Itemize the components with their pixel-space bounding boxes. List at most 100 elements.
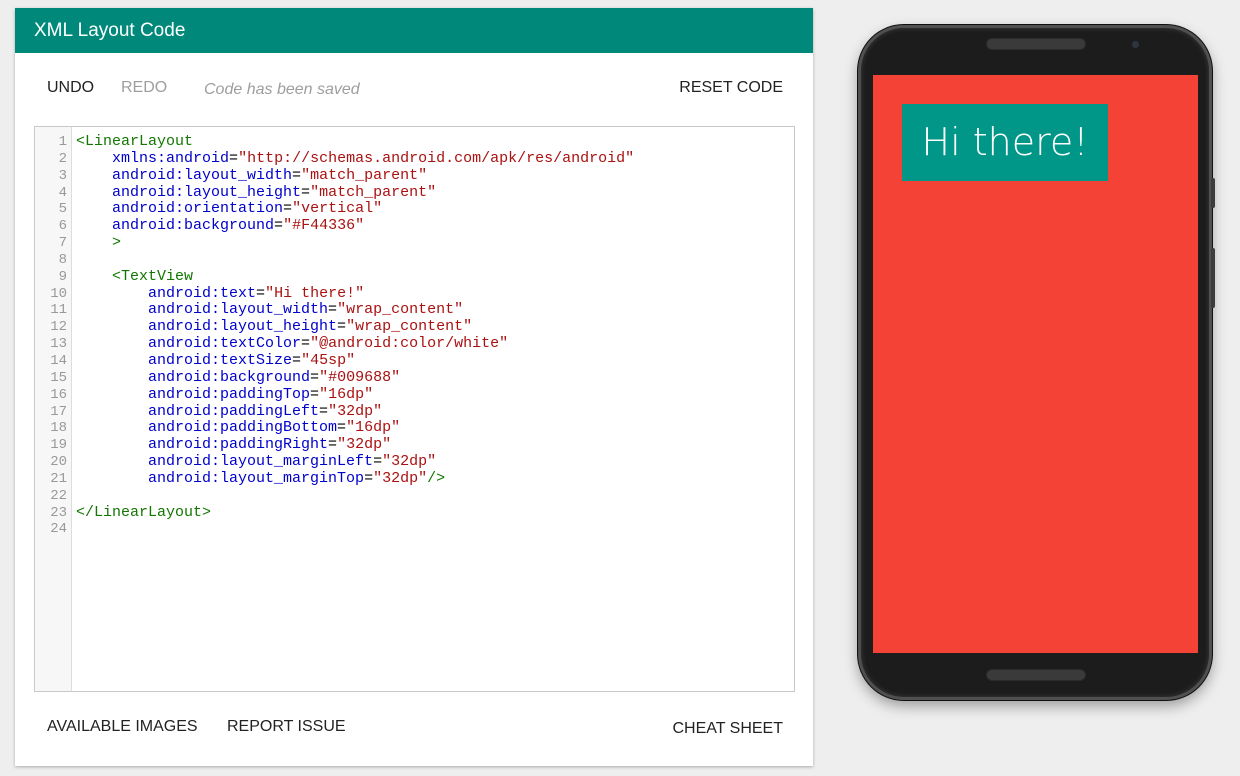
preview-textview: Hi there! — [902, 104, 1108, 181]
code-token: = — [328, 436, 338, 454]
volume-button-icon — [1211, 248, 1215, 308]
code-token: "Hi there!" — [265, 284, 365, 302]
code-line: android:paddingLeft="32dp" — [76, 402, 794, 421]
code-line: android:orientation="vertical" — [76, 200, 794, 218]
line-number: 23 — [50, 504, 67, 521]
available-images-button[interactable]: AVAILABLE IMAGES — [47, 718, 198, 736]
report-issue-button[interactable]: REPORT ISSUE — [227, 718, 346, 736]
line-number: 4 — [58, 184, 67, 201]
save-status: Code has been saved — [204, 81, 360, 98]
code-line: > — [76, 234, 794, 252]
line-number: 5 — [58, 201, 67, 218]
code-token: "45sp" — [301, 351, 356, 369]
reset-code-button[interactable]: RESET CODE — [679, 79, 783, 97]
code-token: /> — [427, 469, 446, 487]
code-token: android:background — [112, 217, 275, 235]
code-token: android:text — [148, 284, 257, 302]
code-token: android:paddingRight — [148, 436, 329, 454]
code-token: = — [274, 217, 284, 235]
camera-icon — [1132, 41, 1139, 48]
code-token: "vertical" — [292, 200, 383, 218]
code-token: "16dp" — [319, 385, 374, 403]
code-line: android:paddingRight="32dp" — [76, 436, 794, 454]
code-token: android:background — [148, 368, 311, 386]
line-number: 17 — [50, 403, 67, 420]
code-line: android:background="#F44336" — [76, 217, 794, 235]
line-number: 2 — [58, 150, 67, 167]
code-token: = — [301, 183, 311, 201]
code-token: android:paddingLeft — [148, 402, 320, 420]
code-token: "32dp" — [328, 402, 383, 420]
line-number: 22 — [50, 487, 67, 504]
line-number: 15 — [50, 369, 67, 386]
line-number-gutter: 1 2 3 4 5 6 7 8 9 10 11 12 13 14 15 16 17 18 19 20 21 22 23 24 — [35, 127, 72, 691]
code-token: = — [337, 318, 347, 336]
code-line: android:paddingTop="16dp" — [76, 385, 794, 404]
top-speaker-icon — [986, 38, 1086, 50]
code-token: "@android:color/white" — [310, 335, 509, 353]
undo-button[interactable]: UNDO — [47, 79, 94, 97]
code-token: android:layout_marginLeft — [148, 453, 374, 471]
line-number: 10 — [50, 285, 67, 302]
line-number: 1 — [58, 134, 67, 150]
line-number: 20 — [50, 454, 67, 471]
code-line: xmlns:android="http://schemas.android.co… — [76, 149, 794, 168]
toolbar: UNDO REDO Code has been saved RESET CODE — [15, 53, 813, 127]
page-title: XML Layout Code — [34, 20, 186, 41]
line-number: 19 — [50, 437, 67, 454]
code-token: = — [292, 351, 302, 369]
code-token: "32dp" — [373, 469, 428, 487]
line-number: 9 — [58, 268, 67, 285]
line-number: 24 — [50, 521, 67, 538]
code-token: = — [229, 149, 239, 167]
code-token: "match_parent" — [301, 166, 428, 184]
code-token: "match_parent" — [310, 183, 437, 201]
code-token: "http://schemas.android.com/apk/res/andr… — [238, 149, 635, 167]
code-line: android:textSize="45sp" — [76, 351, 794, 370]
line-number: 14 — [50, 352, 67, 369]
code-token: = — [292, 166, 302, 184]
code-area[interactable]: <LinearLayout xmlns:android="http://sche… — [72, 127, 794, 691]
line-number: 13 — [50, 336, 67, 353]
code-token: <LinearLayout — [76, 133, 194, 150]
redo-button[interactable]: REDO — [121, 79, 167, 97]
line-number: 18 — [50, 420, 67, 437]
line-number: 6 — [58, 218, 67, 235]
code-token: = — [337, 419, 347, 437]
code-token: "32dp" — [382, 453, 437, 471]
power-button-icon — [1211, 178, 1215, 208]
line-number: 11 — [50, 302, 67, 319]
code-line: android:background="#009688" — [76, 368, 794, 387]
code-line: android:layout_marginTop="32dp"/> — [76, 469, 794, 488]
code-token: = — [310, 368, 320, 386]
code-token: "16dp" — [346, 419, 401, 437]
code-line: <TextView — [76, 267, 794, 286]
code-line: android:layout_width="match_parent" — [76, 166, 794, 185]
code-token: = — [256, 284, 266, 302]
code-token: <TextView — [112, 267, 194, 285]
code-editor[interactable]: 1 2 3 4 5 6 7 8 9 10 11 12 13 14 15 16 17 18 19 20 21 22 23 24 … — [34, 126, 795, 692]
code-token: android:layout_width — [148, 301, 329, 319]
code-token: android:layout_width — [112, 166, 293, 184]
line-number: 7 — [58, 235, 67, 252]
code-token: android:orientation — [112, 200, 284, 218]
code-token: android:paddingBottom — [148, 419, 338, 437]
code-line: android:textColor="@android:color/white" — [76, 335, 794, 353]
cheat-sheet-button[interactable]: CHEAT SHEET — [672, 720, 783, 738]
